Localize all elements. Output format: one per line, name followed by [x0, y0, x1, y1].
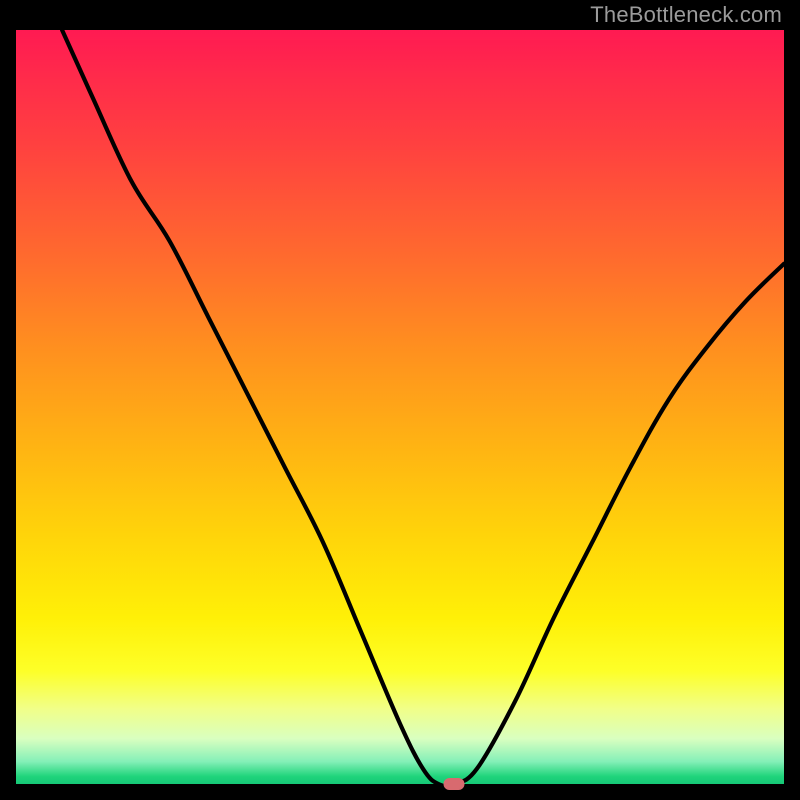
- chart-frame: TheBottleneck.com: [0, 0, 800, 800]
- optimum-marker: [443, 778, 464, 790]
- watermark-text: TheBottleneck.com: [590, 2, 782, 28]
- curve-path: [62, 30, 784, 784]
- plot-area: [16, 30, 784, 784]
- bottleneck-curve: [16, 30, 784, 784]
